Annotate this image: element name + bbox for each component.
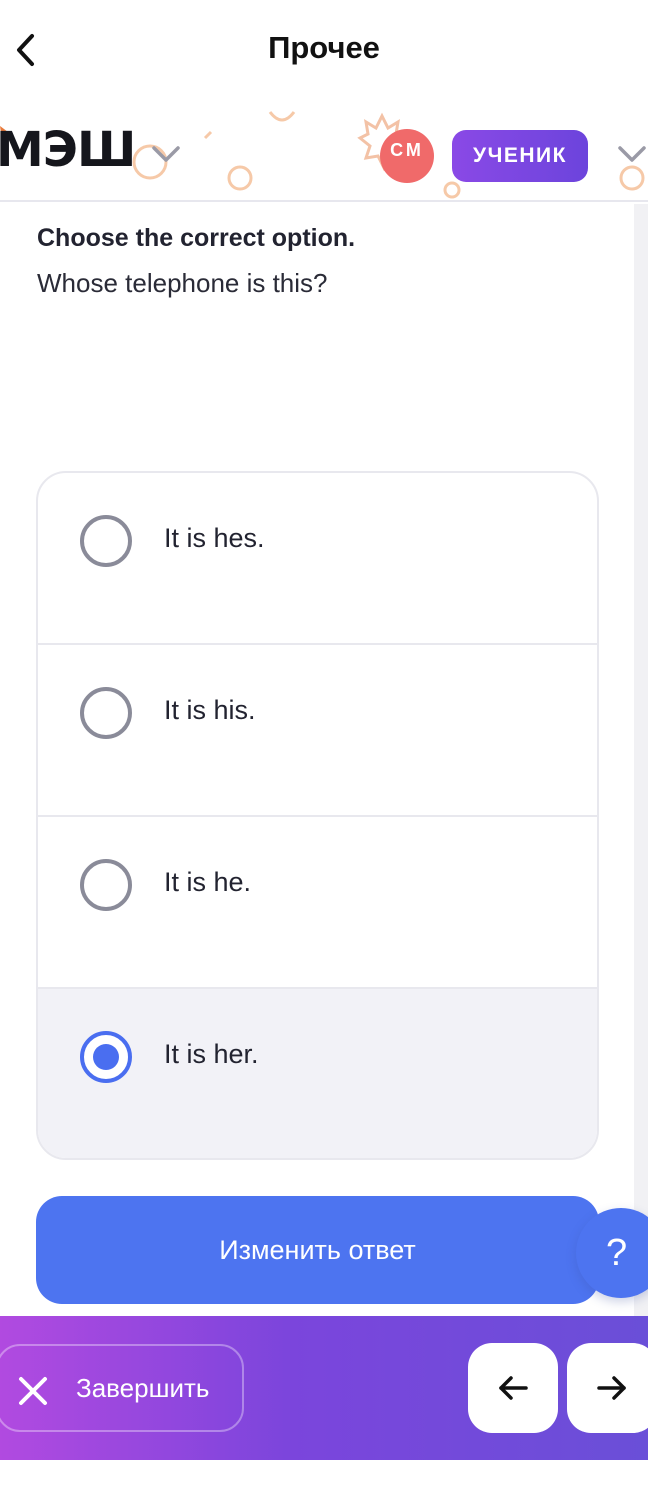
page-title: Прочее xyxy=(268,30,380,65)
mesh-logo[interactable]: МЭШ xyxy=(0,122,136,178)
finish-button[interactable]: Завершить xyxy=(0,1344,244,1432)
task-question: Whose telephone is this? xyxy=(37,268,328,298)
radio-button[interactable] xyxy=(80,515,132,567)
answer-option[interactable]: It is hes. xyxy=(38,473,597,645)
previous-task-button[interactable] xyxy=(468,1343,558,1433)
answer-option[interactable]: It is he. xyxy=(38,817,597,989)
help-icon: ? xyxy=(606,1232,628,1274)
radio-button[interactable] xyxy=(80,859,132,911)
answer-option-label: It is he. xyxy=(164,867,252,897)
answer-option-label: It is his. xyxy=(164,695,256,725)
bottom-bar: Завершить xyxy=(0,1316,648,1460)
answer-option-label: It is hes. xyxy=(164,523,265,553)
top-bar: Прочее xyxy=(0,0,648,98)
change-answer-button[interactable]: Изменить ответ xyxy=(36,1196,599,1304)
radio-button[interactable] xyxy=(80,687,132,739)
brand-header: МЭШ СМ УЧЕНИК xyxy=(0,98,648,202)
task-instruction: Choose the correct option. xyxy=(37,224,356,252)
chevron-down-icon[interactable] xyxy=(148,142,184,166)
answer-option[interactable]: It is his. xyxy=(38,645,597,817)
user-avatar[interactable]: СМ xyxy=(380,129,434,183)
radio-button-checked[interactable] xyxy=(80,1031,132,1083)
arrow-left-icon xyxy=(499,1376,528,1400)
arrow-right-icon xyxy=(597,1376,626,1400)
close-icon xyxy=(19,1377,47,1405)
next-task-button[interactable] xyxy=(567,1343,648,1433)
finish-label: Завершить xyxy=(76,1373,210,1403)
chevron-down-icon[interactable] xyxy=(614,142,648,166)
answer-option-selected[interactable]: It is her. xyxy=(38,989,597,1158)
answer-options: It is hes. It is his. It is he. It is he… xyxy=(36,471,599,1160)
scrollbar-track[interactable] xyxy=(634,204,648,1316)
role-badge[interactable]: УЧЕНИК xyxy=(452,130,588,182)
answer-option-label: It is her. xyxy=(164,1039,259,1069)
